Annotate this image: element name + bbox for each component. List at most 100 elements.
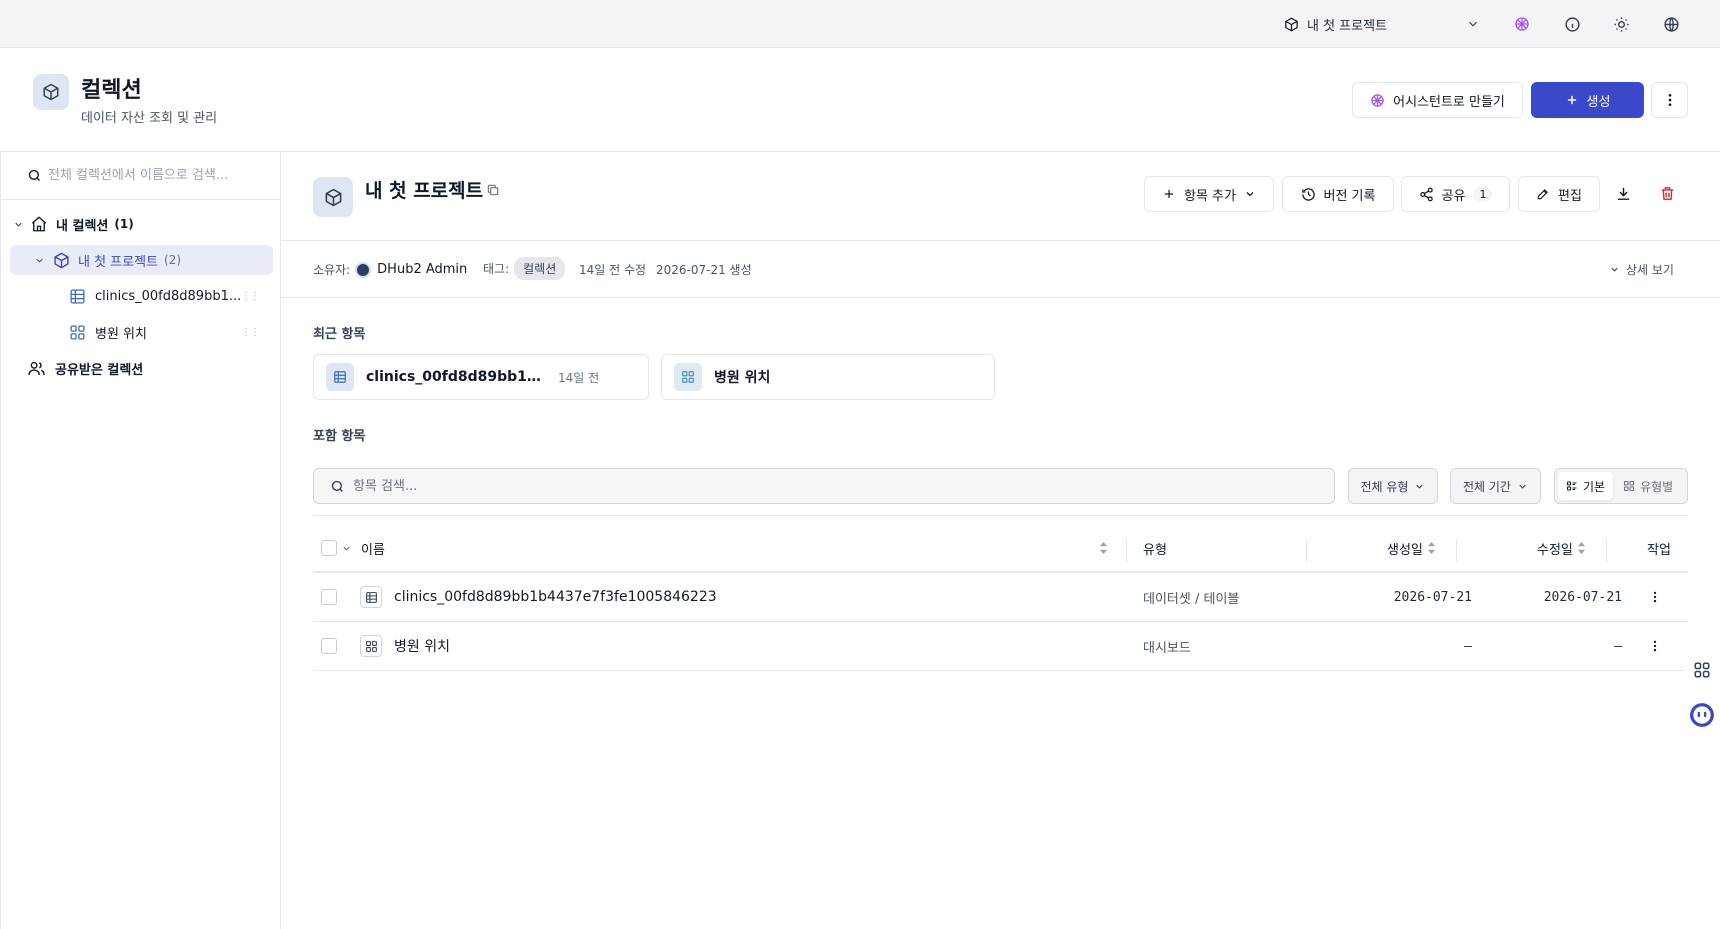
table-row[interactable]: 병원 위치 대시보드 — — (313, 622, 1688, 671)
users-icon (27, 359, 46, 378)
table-row[interactable]: clinics_00fd8d89bb1b4437e7f3fe1005846223… (313, 573, 1688, 622)
recent-item-card[interactable]: 병원 위치 (661, 354, 995, 400)
sidebar-search-input[interactable] (48, 168, 268, 183)
tags-label: 태그: (483, 262, 510, 276)
column-header-modified[interactable]: 수정일 (1537, 530, 1586, 566)
collection-title: 내 첫 프로젝트 (365, 180, 484, 202)
view-by-type-button[interactable]: 유형별 (1615, 472, 1681, 500)
sidebar-item-my-collections[interactable]: 내 컬렉션 (1) (13, 209, 273, 239)
share-label: 공유 (1441, 188, 1466, 204)
type-filter-select[interactable]: 전체 유형 (1348, 468, 1438, 504)
collection-header: 내 첫 프로젝트 항목 추가 버전 기록 공유 1 편집 (281, 152, 1720, 241)
row-checkbox[interactable] (321, 589, 337, 605)
copy-icon[interactable] (486, 183, 500, 197)
column-header-created[interactable]: 생성일 (1387, 530, 1436, 566)
view-basic-button[interactable]: 기본 (1558, 472, 1614, 500)
recent-item-card[interactable]: clinics_00fd8d89bb1b44... 14일 전 (313, 354, 649, 400)
sidebar-item-label: clinics_00fd8d89bb1... (95, 288, 242, 304)
download-icon[interactable] (1615, 185, 1632, 202)
project-selector[interactable]: 내 첫 프로젝트 (1284, 12, 1480, 36)
column-divider (1306, 540, 1307, 562)
pencil-icon (1536, 187, 1550, 201)
select-all-checkbox[interactable] (321, 540, 337, 556)
edit-button[interactable]: 편집 (1518, 176, 1600, 212)
select-all[interactable] (321, 530, 352, 566)
row-type: 데이터셋 / 테이블 (1143, 591, 1240, 607)
share-count-badge: 1 (1473, 186, 1493, 202)
recent-item-name: 병원 위치 (714, 370, 771, 386)
sidebar-item-my-first-project[interactable]: 내 첫 프로젝트 (2) (10, 245, 273, 275)
chevron-down-icon (1609, 264, 1620, 275)
details-toggle[interactable]: 상세 보기 (1609, 261, 1674, 278)
create-with-assistant-button[interactable]: 어시스턴트로 만들기 (1352, 82, 1523, 118)
more-options-button[interactable] (1651, 82, 1688, 118)
chevron-down-icon (1466, 17, 1480, 31)
create-button[interactable]: 생성 (1531, 82, 1644, 118)
search-icon (27, 168, 42, 183)
add-item-button[interactable]: 항목 추가 (1144, 176, 1274, 212)
project-selector-label: 내 첫 프로젝트 (1307, 18, 1388, 34)
tag-badge[interactable]: 컬렉션 (514, 257, 566, 280)
drag-handle-icon[interactable]: ⋮⋮ (241, 291, 260, 302)
row-checkbox[interactable] (321, 638, 337, 654)
row-modified: — (1614, 638, 1622, 654)
period-filter-select[interactable]: 전체 기간 (1450, 468, 1541, 504)
table-divider (313, 515, 1688, 516)
column-header-name[interactable]: 이름 (361, 530, 385, 566)
owner-name: DHub2 Admin (377, 262, 468, 277)
floating-chatbot-button[interactable] (1684, 697, 1720, 733)
collection-cube-icon (33, 74, 69, 110)
recent-items-title: 최근 항목 (313, 327, 366, 342)
floating-apps-button[interactable] (1684, 652, 1720, 688)
create-label: 생성 (1586, 94, 1611, 110)
sidebar-item-hospital-location[interactable]: 병원 위치 ⋮⋮ (69, 317, 273, 347)
info-icon[interactable] (1562, 14, 1582, 34)
column-header-type[interactable]: 유형 (1143, 530, 1167, 566)
chatbot-icon (1689, 702, 1715, 728)
view-basic-label: 기본 (1583, 479, 1606, 494)
top-bar: 내 첫 프로젝트 (0, 0, 1720, 48)
column-divider (1126, 540, 1127, 562)
sidebar-item-shared-collections[interactable]: 공유받은 컬렉션 (27, 353, 273, 383)
version-history-button[interactable]: 버전 기록 (1282, 176, 1394, 212)
view-by-type-label: 유형별 (1640, 479, 1674, 494)
row-actions-kebab-icon[interactable] (1648, 622, 1662, 670)
avatar (355, 261, 372, 278)
assistant-icon (1370, 93, 1385, 108)
chevron-down-icon[interactable] (341, 543, 352, 554)
main-content: 내 첫 프로젝트 항목 추가 버전 기록 공유 1 편집 소유자: DHub2 … (281, 152, 1720, 929)
cube-icon (1284, 17, 1299, 32)
chevron-down-icon (1244, 188, 1256, 200)
sidebar-item-clinics-table[interactable]: clinics_00fd8d89bb1... ⋮⋮ (69, 281, 273, 311)
row-type: 대시보드 (1143, 640, 1191, 656)
globe-icon[interactable] (1661, 14, 1681, 34)
sun-icon[interactable] (1611, 14, 1631, 34)
row-name[interactable]: clinics_00fd8d89bb1b4437e7f3fe1005846223 (394, 589, 717, 605)
column-header-modified-label: 수정일 (1537, 542, 1573, 558)
plus-icon (1162, 187, 1176, 201)
assistant-icon[interactable] (1512, 14, 1532, 34)
table-icon (326, 363, 354, 391)
drag-handle-icon[interactable]: ⋮⋮ (241, 327, 260, 338)
row-actions-kebab-icon[interactable] (1648, 573, 1662, 621)
trash-icon[interactable] (1659, 185, 1676, 202)
plus-icon (1565, 93, 1579, 107)
chevron-down-icon (1414, 481, 1425, 492)
column-header-created-label: 생성일 (1387, 542, 1423, 558)
sort-icon[interactable] (1099, 530, 1108, 566)
share-button[interactable]: 공유 1 (1401, 176, 1510, 212)
owner-label: 소유자: (313, 263, 351, 277)
column-divider (1606, 540, 1607, 562)
recent-item-name: clinics_00fd8d89bb1b44... (366, 369, 546, 385)
table-icon (360, 586, 382, 608)
add-item-label: 항목 추가 (1184, 188, 1236, 204)
column-header-actions: 작업 (1647, 542, 1671, 558)
sidebar: 내 컬렉션 (1) 내 첫 프로젝트 (2) clinics_00fd8d89b… (0, 152, 281, 929)
row-name[interactable]: 병원 위치 (394, 636, 450, 656)
recent-item-time: 14일 전 (558, 370, 600, 385)
item-search-input[interactable] (353, 478, 1253, 494)
sidebar-search (1, 152, 281, 200)
row-modified: 2026-07-21 (1543, 589, 1622, 605)
sidebar-item-label: 병원 위치 (95, 326, 147, 342)
period-filter-label: 전체 기간 (1463, 479, 1511, 494)
